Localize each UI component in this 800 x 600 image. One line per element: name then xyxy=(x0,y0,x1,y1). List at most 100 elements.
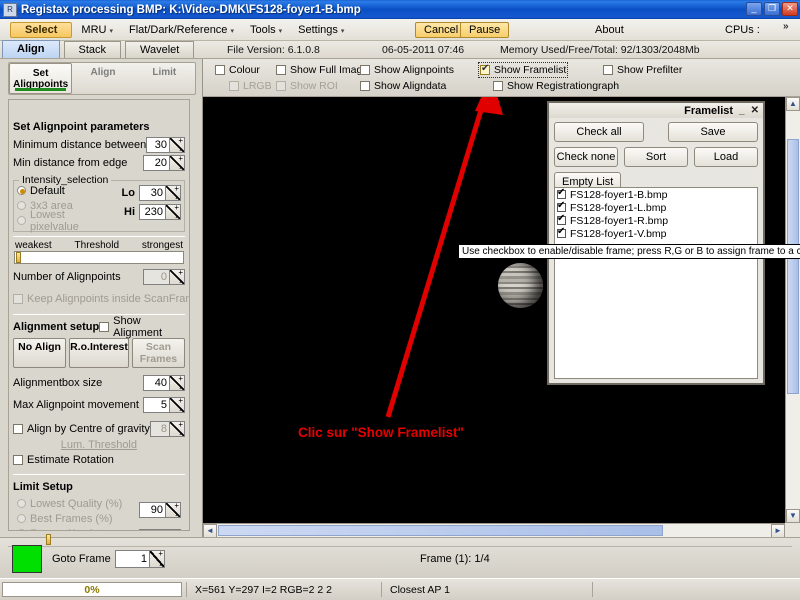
keep-inside-scanframe-checkbox[interactable] xyxy=(13,294,23,304)
frame-checkbox[interactable] xyxy=(557,203,566,212)
threshold-slider-thumb[interactable] xyxy=(16,252,21,263)
stepper-arrows-icon[interactable] xyxy=(169,270,184,284)
checkbox-show-registrationgraph[interactable]: Show Registrationgraph xyxy=(493,80,619,92)
stepper-arrows-icon[interactable] xyxy=(165,530,180,531)
show-prefilter-checkbox[interactable] xyxy=(603,65,613,75)
goto-frame-value[interactable]: 1 xyxy=(116,551,149,567)
number-of-alignpoints-value[interactable]: 0 xyxy=(144,270,169,284)
checkbox-show-roi[interactable]: Show ROI xyxy=(276,80,338,92)
intensity-option-lowest-pixelvalue[interactable]: Lowest pixelvalue xyxy=(17,213,105,228)
frame-position-slider[interactable] xyxy=(8,538,792,547)
check-all-button[interactable]: Check all xyxy=(554,122,644,142)
stepper-arrows-icon[interactable] xyxy=(169,398,184,412)
scroll-right-icon[interactable]: ► xyxy=(771,524,785,538)
minimize-button[interactable]: _ xyxy=(746,2,762,16)
menu-tools[interactable]: Tools▾ xyxy=(243,22,289,38)
menu-settings[interactable]: Settings▾ xyxy=(291,22,351,38)
frame-position-slider-thumb[interactable] xyxy=(46,534,51,545)
framelist-window[interactable]: Framelist _ ✕ Check all Save Check none … xyxy=(547,101,765,385)
lrgb-checkbox[interactable] xyxy=(229,81,239,91)
sort-button[interactable]: Sort xyxy=(624,147,688,167)
alignmentbox-size-value[interactable]: 40 xyxy=(144,376,169,390)
min-distance-edge-value[interactable]: 20 xyxy=(144,156,169,170)
hi-value[interactable]: 230 xyxy=(140,205,165,219)
scroll-up-icon[interactable]: ▲ xyxy=(786,97,800,111)
framelist-minimize-button[interactable]: _ xyxy=(739,105,745,116)
keep-inside-scanframe-row[interactable]: Keep Alignpoints inside ScanFrame xyxy=(9,290,189,308)
overflow-chevron-icon[interactable]: » xyxy=(783,21,789,32)
lum-threshold-value[interactable]: 8 xyxy=(151,422,169,436)
mode-align[interactable]: Align xyxy=(72,63,133,94)
stepper-arrows-icon[interactable] xyxy=(169,376,184,390)
max-alignpoint-movement-stepper[interactable]: 5 xyxy=(143,397,185,413)
show-registrationgraph-checkbox[interactable] xyxy=(493,81,503,91)
menu-mru[interactable]: MRU▾ xyxy=(74,22,120,38)
list-item[interactable]: FS128-foyer1-B.bmp xyxy=(555,188,757,201)
load-button[interactable]: Load xyxy=(694,147,758,167)
canvas-horizontal-scrollbar[interactable]: ◄ ► xyxy=(203,523,785,537)
limit-value-1-stepper[interactable]: 90 xyxy=(139,502,181,518)
goto-frame-stepper[interactable]: 1 xyxy=(115,550,165,568)
tab-align[interactable]: Align xyxy=(2,40,60,58)
framelist-close-button[interactable]: ✕ xyxy=(751,105,759,116)
min-distance-edge-stepper[interactable]: 20 xyxy=(143,155,185,171)
stepper-arrows-icon[interactable] xyxy=(169,156,184,170)
limit-value-2-stepper[interactable]: 200 xyxy=(139,529,181,531)
checkbox-show-alignpoints[interactable]: Show Alignpoints xyxy=(360,64,454,76)
max-alignpoint-movement-value[interactable]: 5 xyxy=(144,398,169,412)
menu-flat-dark-reference[interactable]: Flat/Dark/Reference▾ xyxy=(122,22,241,38)
close-button[interactable]: ✕ xyxy=(782,2,798,16)
save-button[interactable]: Save xyxy=(668,122,758,142)
check-none-button[interactable]: Check none xyxy=(554,147,618,167)
list-item[interactable]: FS128-foyer1-V.bmp xyxy=(555,227,757,240)
checkbox-show-full-image[interactable]: Show Full Image xyxy=(276,64,368,76)
stepper-arrows-icon[interactable] xyxy=(165,205,180,219)
estimate-rotation-row[interactable]: Estimate Rotation xyxy=(9,451,189,469)
horizontal-scroll-thumb[interactable] xyxy=(218,525,663,536)
checkbox-show-framelist[interactable]: Show Framelist xyxy=(480,64,566,76)
alignmentbox-size-stepper[interactable]: 40 xyxy=(143,375,185,391)
maximize-button[interactable]: ❐ xyxy=(764,2,780,16)
show-roi-checkbox[interactable] xyxy=(276,81,286,91)
stepper-arrows-icon[interactable] xyxy=(169,422,184,436)
tab-wavelet[interactable]: Wavelet xyxy=(125,41,194,58)
frame-checkbox[interactable] xyxy=(557,216,566,225)
scan-frames-button[interactable]: Scan Frames xyxy=(132,338,185,368)
roi-button[interactable]: R.o.Interest xyxy=(69,338,129,368)
list-item[interactable]: FS128-foyer1-L.bmp xyxy=(555,201,757,214)
limit-option-frames-apoint[interactable]: Frames/Apoint xyxy=(17,526,139,531)
canvas-vertical-scrollbar[interactable]: ▲ ▼ xyxy=(785,97,800,523)
pause-button[interactable]: Pause xyxy=(460,22,509,38)
stepper-arrows-icon[interactable] xyxy=(165,186,180,200)
checkbox-show-prefilter[interactable]: Show Prefilter xyxy=(603,64,682,76)
lo-stepper[interactable]: 30 xyxy=(139,185,181,201)
number-of-alignpoints-stepper[interactable]: 0 xyxy=(143,269,185,285)
align-centre-gravity-row[interactable]: Align by Centre of gravity 8 xyxy=(9,420,189,438)
colour-checkbox[interactable] xyxy=(215,65,225,75)
min-distance-between-stepper[interactable]: 30 xyxy=(146,137,185,153)
show-framelist-checkbox[interactable] xyxy=(480,65,490,75)
show-full-image-checkbox[interactable] xyxy=(276,65,286,75)
show-alignpoints-checkbox[interactable] xyxy=(360,65,370,75)
limit-value-2[interactable]: 200 xyxy=(140,530,165,531)
limit-value-1[interactable]: 90 xyxy=(140,503,165,517)
lo-value[interactable]: 30 xyxy=(140,186,165,200)
mode-set-alignpoints[interactable]: Set Alignpoints xyxy=(9,63,72,94)
vertical-scroll-thumb[interactable] xyxy=(787,139,799,394)
mode-limit[interactable]: Limit xyxy=(134,63,195,94)
framelist-items[interactable]: FS128-foyer1-B.bmp FS128-foyer1-L.bmp FS… xyxy=(554,187,758,379)
about-button[interactable]: About xyxy=(595,24,624,36)
frame-checkbox[interactable] xyxy=(557,190,566,199)
checkbox-lrgb[interactable]: LRGB xyxy=(229,80,272,92)
no-align-button[interactable]: No Align xyxy=(13,338,66,368)
limit-option-best-frames-pct[interactable]: Best Frames (%) xyxy=(17,511,139,526)
min-distance-between-value[interactable]: 30 xyxy=(147,138,169,152)
align-centre-gravity-checkbox[interactable] xyxy=(13,424,23,434)
menu-select[interactable]: Select xyxy=(10,22,72,38)
checkbox-show-aligndata[interactable]: Show Aligndata xyxy=(360,80,446,92)
stepper-arrows-icon[interactable] xyxy=(149,551,164,567)
list-item[interactable]: FS128-foyer1-R.bmp xyxy=(555,214,757,227)
show-aligndata-checkbox[interactable] xyxy=(360,81,370,91)
show-alignment-checkbox[interactable] xyxy=(99,322,109,332)
scroll-down-icon[interactable]: ▼ xyxy=(786,509,800,523)
